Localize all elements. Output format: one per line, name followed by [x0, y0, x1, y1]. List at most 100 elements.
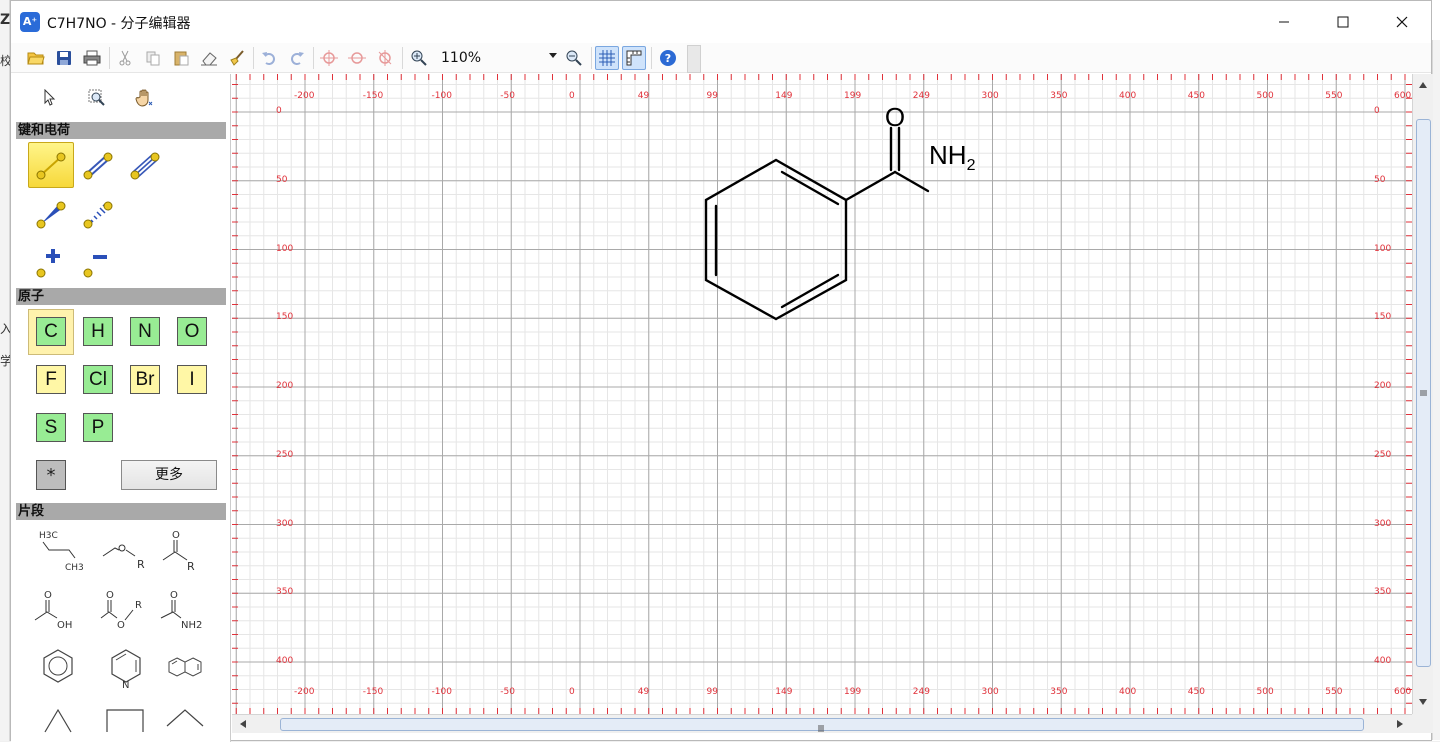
magnifier-select-icon	[88, 89, 105, 106]
grip-icon	[818, 725, 824, 732]
save-button[interactable]	[52, 46, 76, 70]
print-button[interactable]	[80, 46, 104, 70]
grid-toggle-button[interactable]	[595, 46, 619, 70]
fragment-label-o: O	[117, 620, 125, 631]
fragment-ester[interactable]: O O R	[97, 586, 155, 634]
double-bond-icon	[83, 152, 113, 180]
atom-button-h[interactable]: H	[83, 317, 113, 346]
positive-charge-tool[interactable]	[28, 240, 74, 286]
scroll-right-icon[interactable]	[1397, 720, 1403, 728]
amine-text: NH	[929, 140, 967, 170]
more-atoms-button[interactable]: 更多	[121, 460, 217, 490]
fragment-cyclopentane[interactable]	[157, 702, 215, 742]
benzene-ring[interactable]	[704, 158, 848, 321]
clean-button[interactable]	[225, 46, 249, 70]
molecule-drawing[interactable]: O NH2	[232, 74, 1412, 714]
vertical-scroll-thumb[interactable]	[1416, 119, 1431, 667]
fragment-label-o: O	[44, 590, 52, 601]
ruler-toggle-button[interactable]	[622, 46, 646, 70]
any-atom-button[interactable]: *	[36, 460, 66, 490]
wedge-bond-tool[interactable]	[28, 191, 74, 237]
atom-button-n[interactable]: N	[130, 317, 160, 346]
close-button[interactable]	[1379, 7, 1425, 37]
scroll-corner	[1412, 714, 1433, 733]
fragment-label-r: R	[135, 600, 142, 611]
undo-icon	[262, 52, 275, 65]
eraser-icon	[201, 52, 217, 66]
zoom-select[interactable]: 110%	[435, 46, 559, 70]
scroll-left-icon[interactable]	[240, 720, 246, 728]
select-tool[interactable]	[36, 84, 64, 112]
clean-icon	[230, 50, 244, 66]
help-button[interactable]: ?	[656, 46, 680, 70]
flip-horizontal-button[interactable]	[317, 46, 341, 70]
open-button[interactable]	[24, 46, 48, 70]
wedge-bond-icon	[36, 201, 66, 229]
atom-button-o[interactable]: O	[177, 317, 207, 346]
hash-bond-icon	[83, 201, 113, 229]
scroll-down-icon[interactable]	[1419, 699, 1427, 705]
molecule-editor-window: A⁺ C7H7NO - 分子编辑器 110% ? 键和电荷 原子 C H N O…	[10, 0, 1433, 742]
toolbar-separator	[591, 47, 592, 69]
lasso-tool[interactable]	[83, 84, 111, 112]
atom-button-s[interactable]: S	[36, 413, 66, 442]
flip-vertical-button[interactable]	[373, 46, 397, 70]
fragment-ether[interactable]: R	[97, 526, 155, 574]
fragment-propane-chain[interactable]	[29, 702, 87, 742]
minimize-button[interactable]	[1261, 7, 1307, 37]
pan-tool[interactable]	[131, 84, 159, 112]
atom-button-f[interactable]: F	[36, 365, 66, 394]
redo-button[interactable]	[285, 46, 309, 70]
fragment-amide[interactable]: O NH2	[157, 586, 215, 634]
copy-button[interactable]	[141, 46, 165, 70]
rotate-button[interactable]	[345, 46, 369, 70]
drawing-canvas[interactable]: -200 -200 -150 -150 -100 -100 -50 -50 0 0 49 49 99 99…	[232, 74, 1412, 714]
fragment-ketone[interactable]: O R	[157, 526, 215, 574]
zoom-in-button[interactable]	[407, 46, 431, 70]
help-icon: ?	[660, 50, 676, 66]
fragment-benzene[interactable]	[29, 644, 87, 692]
single-bond-tool[interactable]	[28, 142, 74, 188]
toolbar-overflow-button[interactable]	[687, 45, 701, 73]
fragment-carboxylic-acid[interactable]: O OH	[29, 586, 87, 634]
undo-button[interactable]	[257, 46, 281, 70]
hash-bond-tool[interactable]	[75, 191, 121, 237]
pointer-icon	[44, 89, 56, 106]
oxygen-atom-label[interactable]: O	[885, 102, 905, 132]
fragment-cyclobutane[interactable]	[97, 702, 155, 742]
toolbar-separator	[402, 47, 403, 69]
fragment-naphthalene[interactable]	[157, 644, 215, 692]
svg-text:?: ?	[665, 52, 671, 65]
grid-icon	[599, 50, 615, 66]
horizontal-scrollbar[interactable]	[232, 714, 1412, 733]
section-header-fragments: 片段	[16, 503, 226, 520]
negative-charge-tool[interactable]	[75, 240, 121, 286]
ruler-icon	[626, 50, 642, 66]
eraser-button[interactable]	[197, 46, 221, 70]
atom-button-cl[interactable]: Cl	[83, 365, 113, 394]
cut-button[interactable]	[113, 46, 137, 70]
grip-icon	[1420, 390, 1427, 396]
fragment-pyridine[interactable]: N	[97, 644, 155, 692]
section-header-atoms: 原子	[16, 288, 226, 305]
vertical-scrollbar[interactable]	[1412, 74, 1433, 714]
amide-group[interactable]	[844, 126, 930, 202]
minimize-icon	[1279, 21, 1289, 23]
fragment-label-ch3: CH3	[65, 563, 84, 573]
atom-button-i[interactable]: I	[177, 365, 207, 394]
chevron-down-icon	[549, 53, 557, 58]
section-header-bonds: 键和电荷	[16, 122, 226, 139]
fragment-ethyl[interactable]: H3C CH3	[29, 526, 87, 574]
zoom-out-button[interactable]	[562, 46, 586, 70]
atom-button-c[interactable]: C	[36, 317, 66, 346]
atom-button-p[interactable]: P	[83, 413, 113, 442]
fragment-label-o: O	[172, 530, 180, 541]
amine-atom-label[interactable]: NH2	[929, 140, 976, 174]
horizontal-scroll-thumb[interactable]	[280, 718, 1364, 732]
maximize-button[interactable]	[1320, 7, 1366, 37]
scroll-up-icon[interactable]	[1419, 82, 1427, 88]
paste-button[interactable]	[169, 46, 193, 70]
triple-bond-tool[interactable]	[122, 142, 168, 188]
atom-button-br[interactable]: Br	[130, 365, 160, 394]
double-bond-tool[interactable]	[75, 142, 121, 188]
